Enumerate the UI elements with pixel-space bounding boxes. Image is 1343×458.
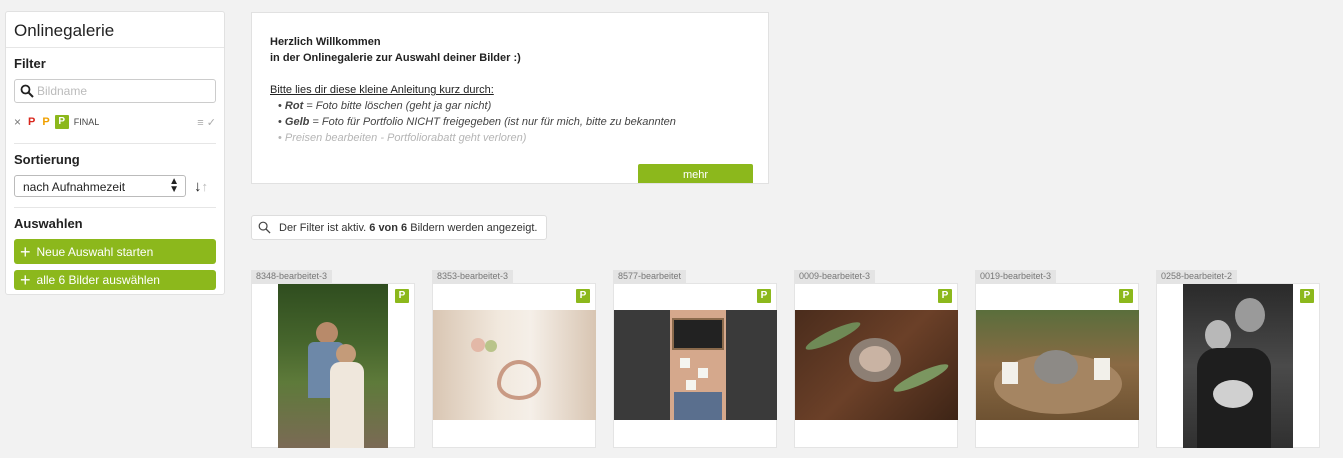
photo-flag[interactable]: P bbox=[395, 289, 409, 303]
new-selection-button[interactable]: + Neue Auswahl starten bbox=[14, 239, 216, 264]
sort-direction-icon[interactable]: ↓↑ bbox=[194, 178, 208, 195]
photo-image[interactable] bbox=[433, 310, 596, 420]
photo-flag[interactable]: P bbox=[1300, 289, 1314, 303]
photo-flag[interactable]: P bbox=[576, 289, 590, 303]
welcome-panel: Herzlich Willkommen in der Onlinegalerie… bbox=[251, 12, 769, 184]
search-icon bbox=[20, 84, 34, 98]
welcome-subtitle: in der Onlinegalerie zur Auswahl deiner … bbox=[270, 52, 521, 64]
photo-image[interactable] bbox=[1183, 284, 1293, 448]
photo-card[interactable]: P bbox=[1156, 283, 1320, 448]
instruction-yellow-continued: Preisen bearbeiten - Portfoliorabatt geh… bbox=[278, 130, 750, 146]
photo-name: 0258-bearbeitet-2 bbox=[1156, 270, 1238, 283]
photo-card[interactable]: P bbox=[432, 283, 596, 448]
filter-red-flag[interactable]: P bbox=[28, 116, 35, 128]
photo-name: 0019-bearbeitet-3 bbox=[975, 270, 1057, 283]
photo-thumbnail[interactable]: 8348-bearbeitet-3 P bbox=[251, 270, 415, 448]
clear-filter-icon[interactable]: × bbox=[14, 115, 21, 129]
photo-card[interactable]: P bbox=[613, 283, 777, 448]
sort-section: Sortierung nach Aufnahmezeit ▲ ▼ ↓↑ bbox=[6, 144, 224, 208]
notice-count: 6 von 6 bbox=[369, 221, 408, 234]
photo-image[interactable] bbox=[795, 310, 958, 420]
new-selection-label: Neue Auswahl starten bbox=[36, 244, 154, 259]
checkmark-icon[interactable]: ✓ bbox=[207, 117, 216, 129]
filter-section: Filter × P P P FINAL ≡ ✓ bbox=[6, 48, 224, 144]
sort-row: nach Aufnahmezeit ▲ ▼ ↓↑ bbox=[14, 175, 216, 197]
plus-icon: + bbox=[20, 270, 31, 290]
sort-select[interactable]: nach Aufnahmezeit ▲ ▼ bbox=[14, 175, 186, 197]
photo-thumbnail[interactable]: 0019-bearbeitet-3 P bbox=[975, 270, 1139, 448]
sort-heading: Sortierung bbox=[14, 152, 80, 167]
photo-flag[interactable]: P bbox=[938, 289, 952, 303]
photo-thumbnail[interactable]: 0009-bearbeitet-3 P bbox=[794, 270, 958, 448]
plus-icon: + bbox=[20, 241, 31, 262]
photo-card[interactable]: P bbox=[794, 283, 958, 448]
more-button[interactable]: mehr bbox=[638, 164, 753, 183]
list-icon[interactable]: ≡ bbox=[197, 117, 203, 129]
filter-tools: ≡ ✓ bbox=[197, 116, 216, 129]
sidebar: Onlinegalerie Filter × P P P FINAL ≡ ✓ S… bbox=[5, 11, 225, 295]
gallery-title: Onlinegalerie bbox=[6, 12, 224, 48]
filter-final-label[interactable]: FINAL bbox=[74, 117, 100, 127]
photo-flag[interactable]: P bbox=[757, 289, 771, 303]
instructions-list: Rot = Foto bitte löschen (geht ja gar ni… bbox=[270, 98, 750, 146]
photo-name: 8577-bearbeitet bbox=[613, 270, 687, 283]
filter-heading: Filter bbox=[14, 56, 46, 71]
select-all-button[interactable]: + alle 6 Bilder auswählen bbox=[14, 270, 216, 290]
filter-yellow-flag[interactable]: P bbox=[42, 116, 49, 128]
search-box bbox=[14, 79, 216, 103]
welcome-title: Herzlich Willkommen bbox=[270, 36, 381, 48]
photo-card[interactable]: P bbox=[975, 283, 1139, 448]
photo-thumbnail[interactable]: 0258-bearbeitet-2 P bbox=[1156, 270, 1320, 448]
instruction-red: Rot = Foto bitte löschen (geht ja gar ni… bbox=[278, 98, 750, 114]
filter-notice: Der Filter ist aktiv. 6 von 6 Bildern we… bbox=[251, 215, 548, 240]
filter-green-flag[interactable]: P bbox=[54, 115, 69, 129]
photo-thumbnail[interactable]: 8353-bearbeitet-3 P bbox=[432, 270, 596, 448]
select-all-label: alle 6 Bilder auswählen bbox=[36, 273, 160, 287]
selection-section: Auswahlen + Neue Auswahl starten + alle … bbox=[6, 208, 224, 290]
notice-prefix: Der Filter ist aktiv. bbox=[279, 221, 367, 234]
selection-heading: Auswahlen bbox=[14, 216, 83, 231]
notice-suffix: Bildern werden angezeigt. bbox=[410, 221, 538, 234]
search-input[interactable] bbox=[15, 80, 215, 102]
photo-name: 0009-bearbeitet-3 bbox=[794, 270, 876, 283]
instructions-intro: Bitte lies dir diese kleine Anleitung ku… bbox=[270, 84, 494, 96]
photo-flag[interactable]: P bbox=[1119, 289, 1133, 303]
search-icon bbox=[258, 221, 271, 234]
photo-image[interactable] bbox=[976, 310, 1139, 420]
photo-card[interactable]: P bbox=[251, 283, 415, 448]
photo-image[interactable] bbox=[614, 310, 777, 420]
photo-name: 8348-bearbeitet-3 bbox=[251, 270, 333, 283]
photo-thumbnail[interactable]: 8577-bearbeitet P bbox=[613, 270, 777, 448]
sort-select-value: nach Aufnahmezeit bbox=[23, 180, 126, 194]
select-arrows-icon: ▲ ▼ bbox=[169, 176, 179, 195]
instruction-yellow: Gelb = Foto für Portfolio NICHT freigege… bbox=[278, 114, 750, 130]
photo-name: 8353-bearbeitet-3 bbox=[432, 270, 514, 283]
photo-image[interactable] bbox=[278, 284, 388, 448]
flag-filter-row: × P P P FINAL ≡ ✓ bbox=[14, 111, 216, 133]
